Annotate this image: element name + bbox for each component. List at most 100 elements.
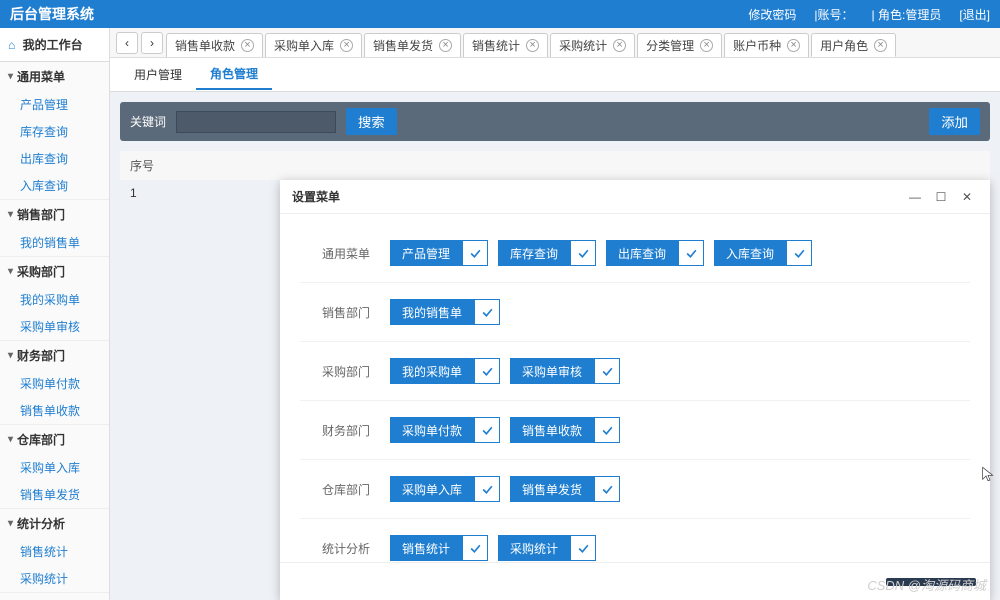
tab[interactable]: 用户角色×: [811, 33, 896, 57]
sidebar-item[interactable]: 采购统计: [0, 565, 109, 592]
permission-chip[interactable]: 销售统计: [390, 535, 488, 561]
nav-group-header[interactable]: 统计分析: [0, 509, 109, 538]
sidebar-item[interactable]: 销售单发货: [0, 481, 109, 508]
tab[interactable]: 分类管理 ×: [637, 33, 722, 57]
nav-group-header[interactable]: 通用菜单: [0, 62, 109, 91]
menu-row-label: 销售部门: [300, 304, 390, 321]
subtab[interactable]: 用户管理: [120, 60, 196, 89]
permission-chip[interactable]: 出库查询: [606, 240, 704, 266]
subtab[interactable]: 角色管理: [196, 59, 272, 90]
permission-chip[interactable]: 我的销售单: [390, 299, 500, 325]
sidebar-item[interactable]: 库存查询: [0, 118, 109, 145]
tab-scroll-right[interactable]: ›: [141, 32, 163, 54]
sidebar-item[interactable]: 产品管理: [0, 91, 109, 118]
menu-row: 销售部门我的销售单: [300, 283, 970, 342]
permission-chip[interactable]: 采购统计: [498, 535, 596, 561]
tab[interactable]: 采购统计×: [550, 33, 635, 57]
tab-label: 分类管理: [646, 37, 694, 54]
table-header: 序号: [120, 151, 990, 180]
menu-row: 统计分析销售统计采购统计: [300, 519, 970, 562]
sidebar-item[interactable]: 采购单入库: [0, 454, 109, 481]
tab-close-icon[interactable]: ×: [526, 39, 539, 52]
permission-chip[interactable]: 我的采购单: [390, 358, 500, 384]
chip-label: 销售单发货: [510, 476, 594, 502]
permission-chip[interactable]: 库存查询: [498, 240, 596, 266]
dialog-confirm-button[interactable]: [886, 578, 976, 586]
tab[interactable]: 账户币种 ×: [724, 33, 809, 57]
check-icon[interactable]: [570, 240, 596, 266]
permission-chip[interactable]: 产品管理: [390, 240, 488, 266]
tab-close-icon[interactable]: ×: [700, 39, 713, 52]
tab[interactable]: 销售统计×: [463, 33, 548, 57]
permission-chip[interactable]: 入库查询: [714, 240, 812, 266]
role-label: | 角色:管理员: [872, 6, 942, 23]
sidebar-item[interactable]: 销售统计: [0, 538, 109, 565]
tab[interactable]: 销售单收款×: [166, 33, 263, 57]
permission-chip[interactable]: 销售单发货: [510, 476, 620, 502]
change-password-link[interactable]: 修改密码: [748, 6, 796, 23]
check-icon[interactable]: [594, 417, 620, 443]
sidebar-item[interactable]: 我的销售单: [0, 229, 109, 256]
chip-label: 产品管理: [390, 240, 462, 266]
menu-row-label: 通用菜单: [300, 245, 390, 262]
permission-chip[interactable]: 销售单收款: [510, 417, 620, 443]
nav-group-header[interactable]: 仓库部门: [0, 425, 109, 454]
menu-row: 仓库部门采购单入库销售单发货: [300, 460, 970, 519]
permission-chip[interactable]: 采购单审核: [510, 358, 620, 384]
sidebar-item[interactable]: 销售单收款: [0, 397, 109, 424]
menu-row-label: 统计分析: [300, 540, 390, 557]
tab[interactable]: 采购单入库 ×: [265, 33, 362, 57]
menu-row: 通用菜单产品管理 库存查询出库查询入库查询: [300, 224, 970, 283]
settings-dialog: 设置菜单 — ☐ ✕ 通用菜单产品管理 库存查询出库查询入库查询销售部门我的销售单…: [280, 180, 990, 600]
maximize-icon[interactable]: ☐: [930, 186, 952, 208]
check-icon[interactable]: [462, 240, 488, 266]
nav-group-header[interactable]: 系统菜单: [0, 593, 109, 600]
nav-group-header[interactable]: 采购部门: [0, 257, 109, 286]
check-icon[interactable]: [570, 535, 596, 561]
menu-row-label: 采购部门: [300, 363, 390, 380]
nav-group-header[interactable]: 财务部门: [0, 341, 109, 370]
close-icon[interactable]: ✕: [956, 186, 978, 208]
tab-close-icon[interactable]: ×: [787, 39, 800, 52]
check-icon[interactable]: [786, 240, 812, 266]
tab-close-icon[interactable]: ×: [340, 39, 353, 52]
logout-link[interactable]: [退出]: [959, 6, 990, 23]
tab-close-icon[interactable]: ×: [439, 39, 452, 52]
tab[interactable]: 销售单发货×: [364, 33, 461, 57]
check-icon[interactable]: [474, 358, 500, 384]
chip-label: 采购单入库: [390, 476, 474, 502]
search-button[interactable]: 搜索: [346, 108, 397, 135]
sidebar-item[interactable]: 采购单审核: [0, 313, 109, 340]
check-icon[interactable]: [462, 535, 488, 561]
cell-no: 1: [130, 186, 137, 200]
permission-chip[interactable]: 采购单付款: [390, 417, 500, 443]
dialog-header: 设置菜单 — ☐ ✕: [280, 180, 990, 214]
tab-close-icon[interactable]: ×: [241, 39, 254, 52]
menu-row: 采购部门我的采购单采购单审核: [300, 342, 970, 401]
tab-label: 账户币种: [733, 37, 781, 54]
search-input[interactable]: [176, 111, 336, 133]
tabstrip: ‹ › 销售单收款×采购单入库×销售单发货×销售统计×采购统计×分类管理×账户币…: [110, 28, 1000, 58]
account-label: |账号：: [814, 6, 853, 23]
permission-chip[interactable]: 采购单入库: [390, 476, 500, 502]
chip-label: 采购统计: [498, 535, 570, 561]
check-icon[interactable]: [678, 240, 704, 266]
sidebar-item[interactable]: 采购单付款: [0, 370, 109, 397]
check-icon[interactable]: [474, 299, 500, 325]
check-icon[interactable]: [474, 476, 500, 502]
check-icon[interactable]: [594, 358, 620, 384]
check-icon[interactable]: [474, 417, 500, 443]
nav-group-header[interactable]: 销售部门: [0, 200, 109, 229]
tab-close-icon[interactable]: ×: [613, 39, 626, 52]
add-button[interactable]: 添加: [929, 108, 980, 135]
sidebar-item[interactable]: 我的采购单: [0, 286, 109, 313]
tab-close-icon[interactable]: ×: [874, 39, 887, 52]
check-icon[interactable]: [594, 476, 620, 502]
sidebar-item[interactable]: 入库查询: [0, 172, 109, 199]
tab-label: 采购单入库: [274, 37, 334, 54]
menu-row-label: 财务部门: [300, 422, 390, 439]
tab-scroll-left[interactable]: ‹: [116, 32, 138, 54]
sidebar-item[interactable]: 出库查询: [0, 145, 109, 172]
minimize-icon[interactable]: —: [904, 186, 926, 208]
chip-label: 入库查询: [714, 240, 786, 266]
